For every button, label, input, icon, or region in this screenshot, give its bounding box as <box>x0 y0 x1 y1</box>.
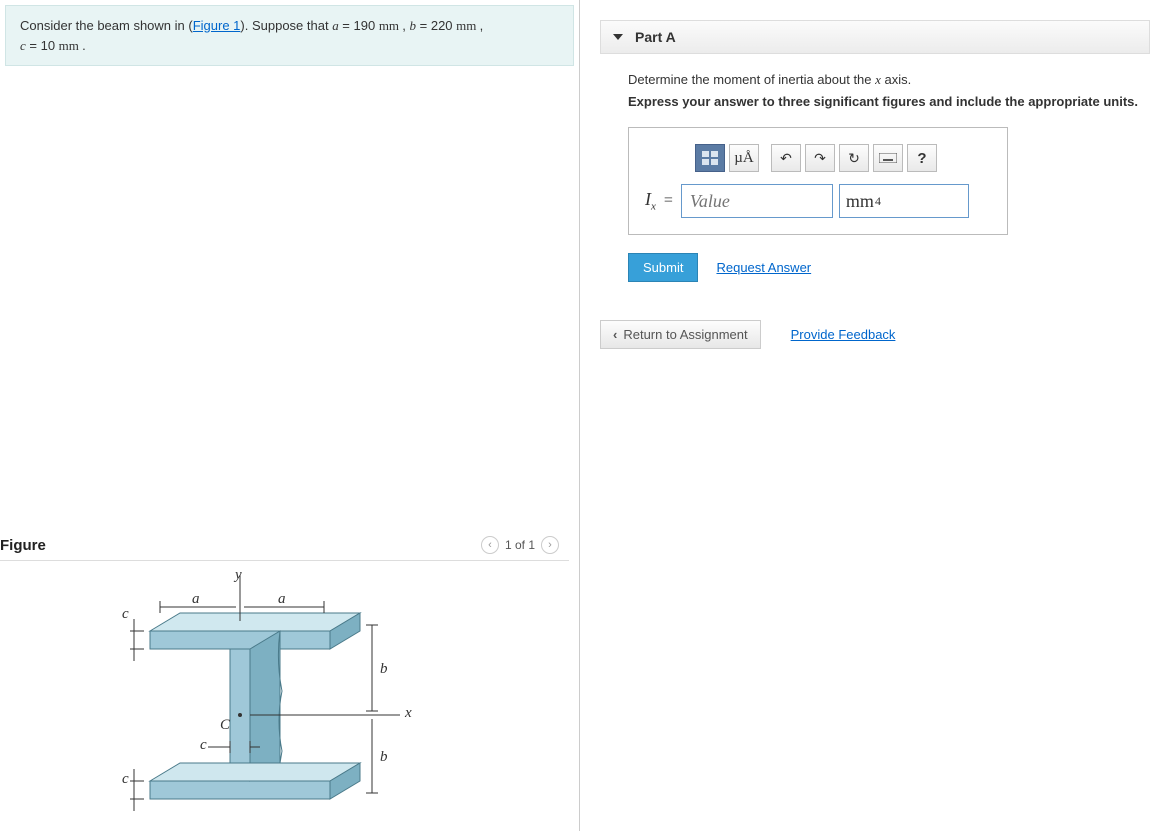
centroid-label: C <box>220 717 230 734</box>
template-picker-button[interactable] <box>695 144 725 172</box>
comma1: , <box>402 18 409 33</box>
units-input[interactable]: mm4 <box>839 184 969 218</box>
answer-box: µÅ ↶ ↷ ↻ ? Ix = mm4 <box>628 127 1008 235</box>
figure-section: Figure ‹ 1 of 1 › <box>0 530 579 831</box>
return-label: Return to Assignment <box>623 327 747 342</box>
pager-text: 1 of 1 <box>505 538 535 552</box>
y-axis-label: y <box>235 567 242 584</box>
question-text: Determine the moment of inertia about th… <box>628 72 1145 88</box>
undo-button[interactable]: ↶ <box>771 144 801 172</box>
period: . <box>82 38 86 53</box>
answer-lhs: Ix <box>645 189 656 213</box>
chevron-left-icon: ‹ <box>613 327 617 342</box>
comma2: , <box>480 18 484 33</box>
problem-statement: Consider the beam shown in (Figure 1). S… <box>5 5 574 66</box>
question-suffix: axis. <box>881 72 911 87</box>
submit-button[interactable]: Submit <box>628 253 698 282</box>
unit-exp: 4 <box>875 194 881 209</box>
figure-title: Figure <box>0 537 46 554</box>
keyboard-button[interactable] <box>873 144 903 172</box>
a-unit: mm <box>379 18 402 33</box>
collapse-caret-icon <box>613 34 623 40</box>
dim-c-bottom: c <box>122 771 129 788</box>
help-button[interactable]: ? <box>907 144 937 172</box>
units-button[interactable]: µÅ <box>729 144 759 172</box>
equals-sign: = <box>664 192 673 210</box>
question-instruction: Express your answer to three significant… <box>628 94 1145 109</box>
b-eq: = 220 <box>416 18 456 33</box>
pager-next-button[interactable]: › <box>541 536 559 554</box>
problem-text-suffix1: ). Suppose that <box>240 18 332 33</box>
dim-a-right: a <box>278 591 286 608</box>
problem-text-prefix: Consider the beam shown in ( <box>20 18 193 33</box>
c-unit: mm <box>59 38 82 53</box>
dim-b-lower: b <box>380 749 388 766</box>
b-unit: mm <box>456 18 479 33</box>
redo-button[interactable]: ↷ <box>805 144 835 172</box>
pager-prev-button[interactable]: ‹ <box>481 536 499 554</box>
part-header[interactable]: Part A <box>600 20 1150 54</box>
dim-a-left: a <box>192 591 200 608</box>
return-button[interactable]: ‹ Return to Assignment <box>600 320 761 349</box>
question-prefix: Determine the moment of inertia about th… <box>628 72 875 87</box>
figure-link[interactable]: Figure 1 <box>193 18 241 33</box>
figure-pager: ‹ 1 of 1 › <box>481 536 559 554</box>
beam-diagram: y x a a b b c c c C <box>100 571 440 831</box>
figure-viewport[interactable]: y x a a b b c c c C <box>0 561 579 831</box>
provide-feedback-link[interactable]: Provide Feedback <box>791 327 896 342</box>
x-axis-label: x <box>405 705 412 722</box>
answer-toolbar: µÅ ↶ ↷ ↻ ? <box>695 144 991 172</box>
c-eq: = 10 <box>26 38 59 53</box>
unit-base: mm <box>846 191 874 212</box>
request-answer-link[interactable]: Request Answer <box>716 260 811 275</box>
reset-button[interactable]: ↻ <box>839 144 869 172</box>
value-input[interactable] <box>681 184 833 218</box>
dim-b-upper: b <box>380 661 388 678</box>
dim-c-top: c <box>122 606 129 623</box>
a-eq: = 190 <box>339 18 379 33</box>
dim-c-web: c <box>200 737 207 754</box>
part-title: Part A <box>635 29 676 45</box>
